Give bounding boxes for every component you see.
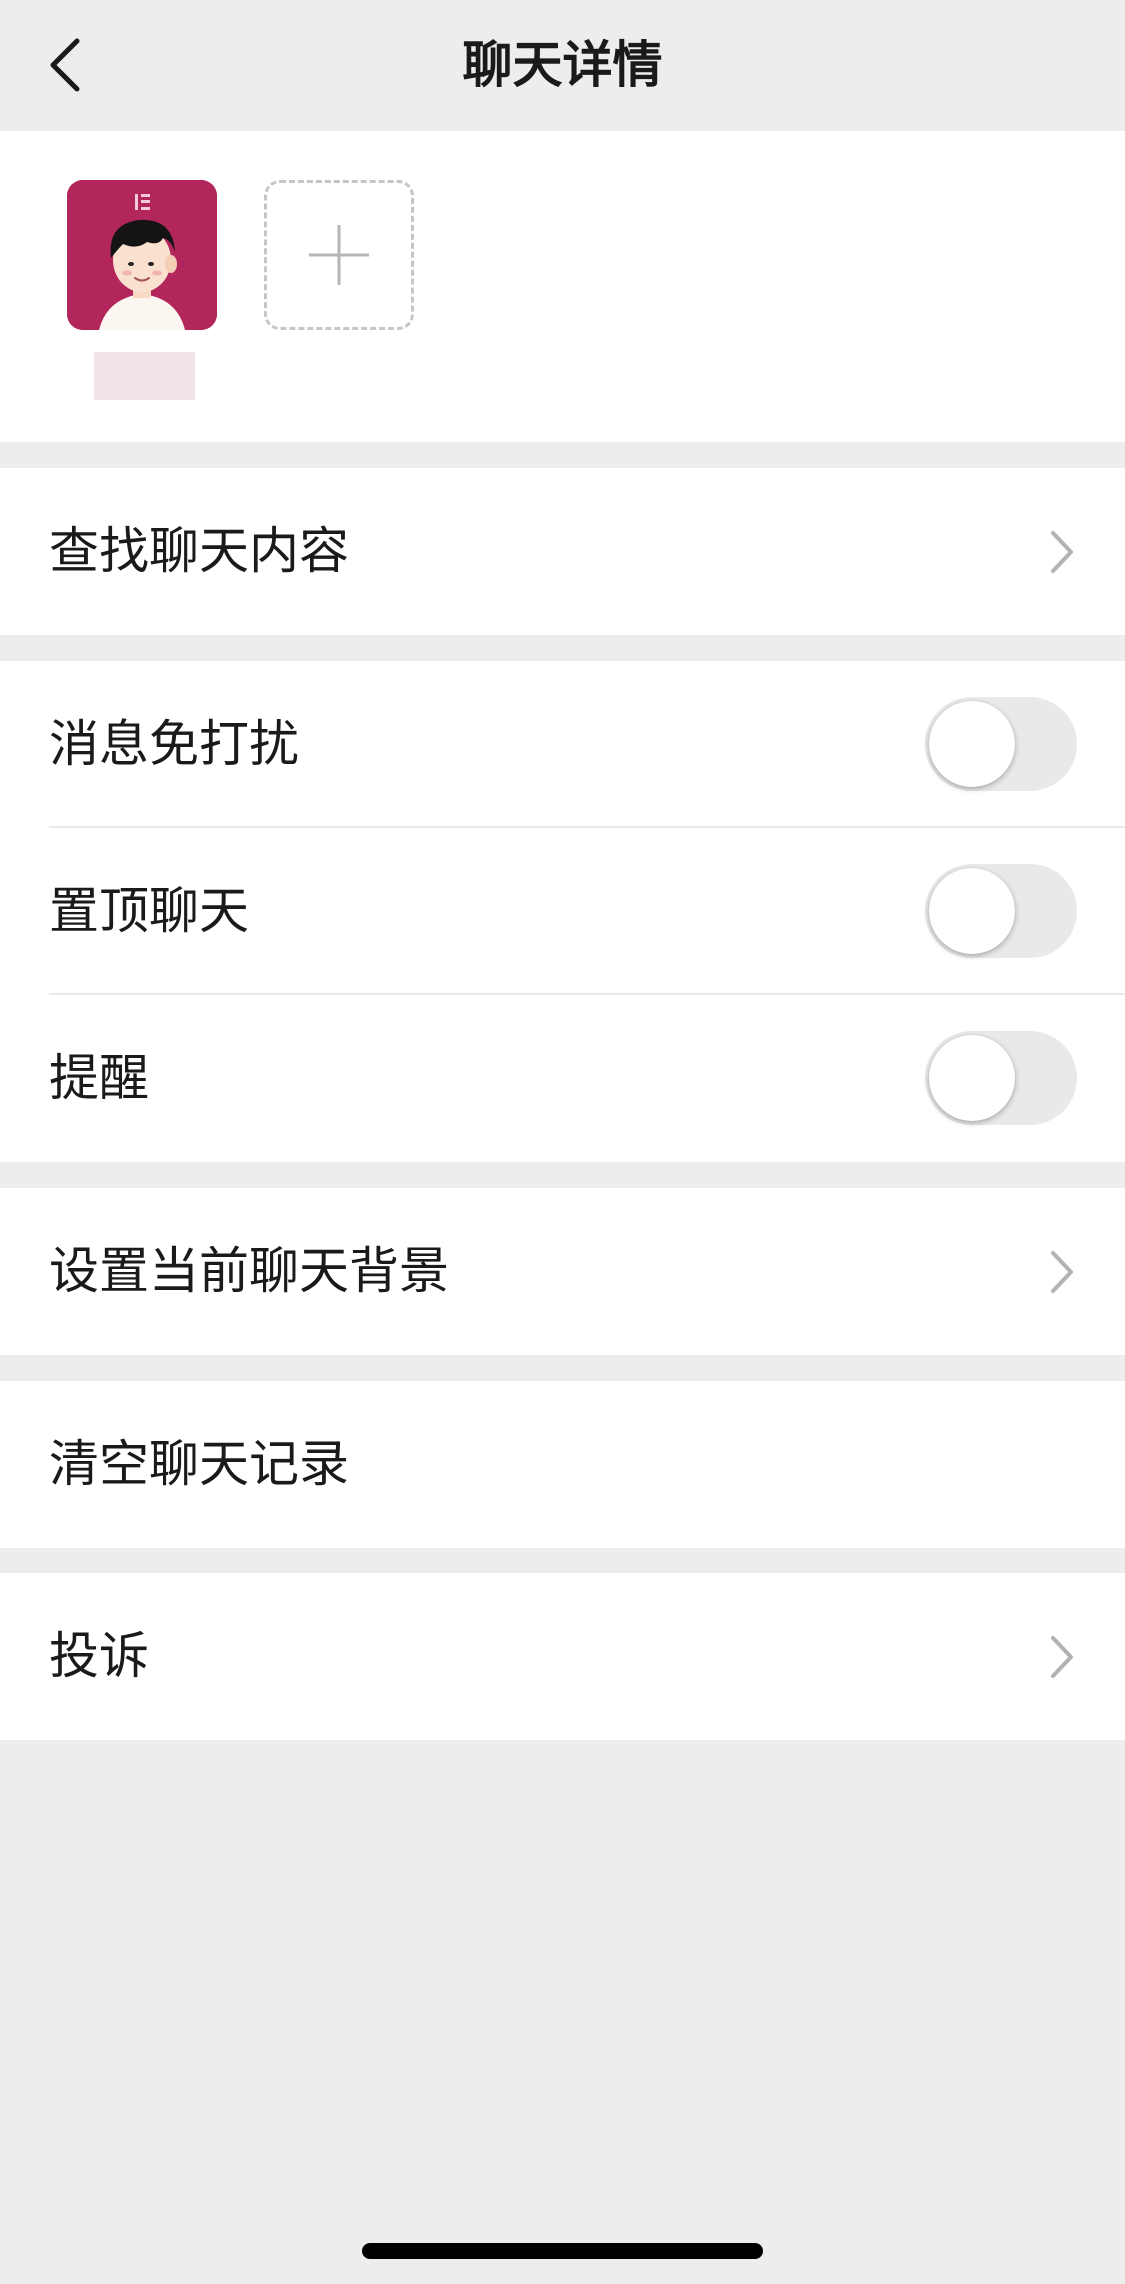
plus-icon	[309, 225, 369, 285]
report-label: 投诉	[49, 1627, 149, 1685]
avatar-illustration	[67, 180, 217, 330]
remind-row: 提醒	[0, 995, 1125, 1162]
avatar[interactable]	[67, 180, 217, 330]
clear-history-row[interactable]: 清空聊天记录	[0, 1381, 1125, 1548]
sticky-label: 置顶聊天	[49, 882, 249, 940]
set-background-label: 设置当前聊天背景	[49, 1242, 449, 1300]
clear-history-card: 清空聊天记录	[0, 1381, 1125, 1548]
member-list	[0, 131, 1125, 442]
search-chat-label: 查找聊天内容	[49, 522, 349, 580]
search-chat-row[interactable]: 查找聊天内容	[0, 468, 1125, 635]
mute-label: 消息免打扰	[49, 715, 299, 773]
chevron-right-icon	[1051, 1251, 1073, 1293]
report-row[interactable]: 投诉	[0, 1573, 1125, 1740]
toggle-knob	[929, 701, 1015, 787]
clear-history-label: 清空聊天记录	[49, 1435, 349, 1493]
member-name	[94, 352, 195, 400]
nav-bar: 聊天详情	[0, 0, 1125, 130]
background-card: 设置当前聊天背景	[0, 1188, 1125, 1355]
sticky-row: 置顶聊天	[0, 828, 1125, 995]
set-background-row[interactable]: 设置当前聊天背景	[0, 1188, 1125, 1355]
home-indicator[interactable]	[362, 2243, 763, 2259]
chevron-right-icon	[1051, 531, 1073, 573]
chat-details-page: 聊天详情 查找聊天内容 消息免打扰 置顶聊天 提醒 设置当前聊天背景 清空聊天记…	[0, 0, 1125, 2284]
toggle-knob	[929, 1035, 1015, 1121]
toggle-knob	[929, 868, 1015, 954]
mute-toggle[interactable]	[925, 697, 1077, 791]
page-title: 聊天详情	[462, 36, 663, 94]
remind-toggle[interactable]	[925, 1031, 1077, 1125]
add-member-button[interactable]	[264, 180, 414, 330]
report-card: 投诉	[0, 1573, 1125, 1740]
mute-row: 消息免打扰	[0, 661, 1125, 828]
remind-label: 提醒	[49, 1049, 149, 1107]
sticky-toggle[interactable]	[925, 864, 1077, 958]
search-card: 查找聊天内容	[0, 468, 1125, 635]
chevron-right-icon	[1051, 1636, 1073, 1678]
toggle-card: 消息免打扰 置顶聊天 提醒	[0, 661, 1125, 1162]
